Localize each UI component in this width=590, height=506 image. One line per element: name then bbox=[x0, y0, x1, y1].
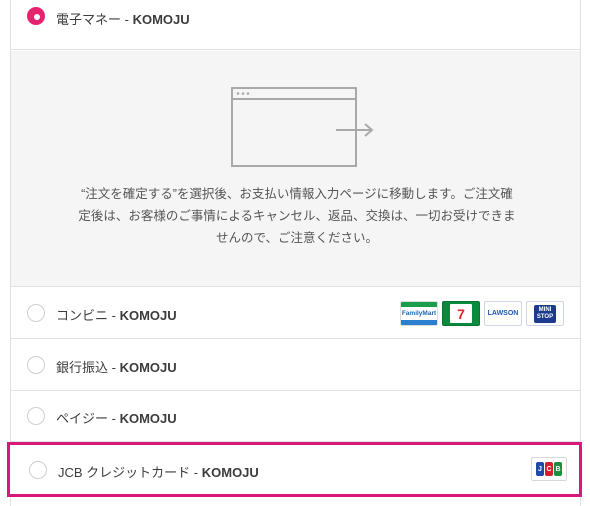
payment-option-label: JCB クレジットカード - KOMOJU bbox=[58, 464, 259, 480]
payment-option-bank-transfer[interactable]: 銀行振込 - KOMOJU bbox=[11, 339, 580, 391]
payment-option-jcb-credit-card[interactable]: JCB クレジットカード - KOMOJU JCB bbox=[13, 445, 579, 494]
payment-method-list: 電子マネー - KOMOJU “注文を確定する”を選択後、お支払い情報入力ページ… bbox=[10, 0, 581, 506]
payment-option-label: コンビニ - KOMOJU bbox=[56, 308, 177, 323]
payment-option-label: 銀行振込 - KOMOJU bbox=[56, 359, 177, 375]
redirect-info-text: “注文を確定する”を選択後、お支払い情報入力ページに移動します。ご注文確定後は、… bbox=[78, 187, 516, 245]
payment-option-payeasy[interactable]: ペイジー - KOMOJU bbox=[11, 391, 580, 442]
radio-bank-transfer[interactable] bbox=[27, 355, 45, 374]
payment-option-konbini[interactable]: コンビニ - KOMOJU FamilyMart 7 LAWSON MINI ST… bbox=[11, 288, 580, 339]
payment-option-label: ペイジー - KOMOJU bbox=[56, 411, 177, 426]
radio-payeasy[interactable] bbox=[27, 407, 45, 425]
radio-jcb-credit-card[interactable] bbox=[29, 460, 47, 479]
convenience-store-logos: FamilyMart 7 LAWSON MINI STOP bbox=[400, 301, 564, 326]
highlight-frame: JCB クレジットカード - KOMOJU JCB bbox=[7, 442, 582, 497]
payment-option-label: 電子マネー - KOMOJU bbox=[56, 12, 190, 27]
familymart-logo: FamilyMart bbox=[400, 301, 438, 326]
ministop-logo: MINI STOP bbox=[526, 301, 564, 326]
lawson-logo: LAWSON bbox=[484, 301, 522, 326]
redirect-info-panel: “注文を確定する”を選択後、お支払い情報入力ページに移動します。ご注文確定後は、… bbox=[11, 51, 580, 287]
radio-konbini[interactable] bbox=[27, 304, 45, 322]
radio-emoney[interactable] bbox=[27, 7, 45, 25]
payment-option-emoney[interactable]: 電子マネー - KOMOJU bbox=[11, 0, 580, 50]
jcb-logo: JCB bbox=[531, 457, 567, 481]
seven-eleven-logo: 7 bbox=[442, 301, 480, 326]
browser-redirect-icon bbox=[231, 87, 374, 167]
